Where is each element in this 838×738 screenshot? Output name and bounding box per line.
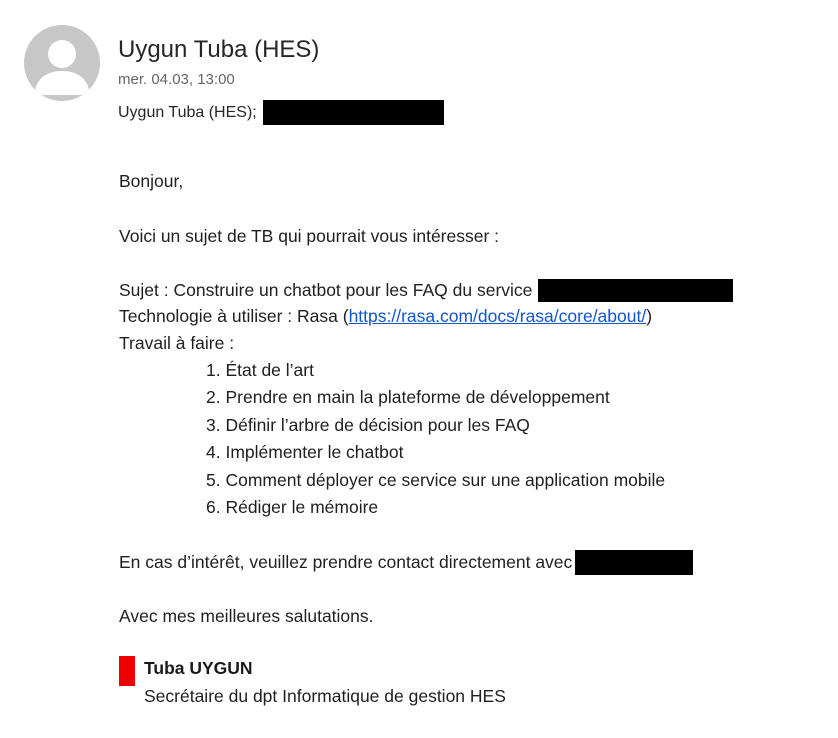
recipient-self[interactable]: Uygun Tuba (HES); <box>118 104 257 122</box>
closing-text: Avec mes meilleures salutations. <box>119 606 374 626</box>
contact-line: En cas d’intérêt, veuillez prendre conta… <box>119 549 694 575</box>
redacted-contact-name <box>575 549 694 575</box>
rasa-docs-link[interactable]: https://rasa.com/docs/rasa/core/about/ <box>349 306 647 326</box>
person-silhouette-icon <box>34 40 90 95</box>
redacted-recipient <box>262 100 444 125</box>
task-item: 5. Comment déployer ce service sur une a… <box>206 469 666 490</box>
task-item: 6. Rédiger le mémoire <box>206 497 379 518</box>
signature-name: Tuba UYGUN <box>144 658 253 678</box>
contact-text: En cas d’intérêt, veuillez prendre conta… <box>119 552 573 572</box>
subject-text: Sujet : Construire un chatbot pour les F… <box>119 280 533 300</box>
sender-avatar[interactable] <box>24 25 100 101</box>
technology-suffix: ) <box>646 306 653 326</box>
redacted-service-name <box>538 278 734 302</box>
recipients-line: Uygun Tuba (HES); <box>118 100 444 125</box>
task-item: 2. Prendre en main la plateforme de déve… <box>206 387 610 408</box>
intro-text: Voici un sujet de TB qui pourrait vous i… <box>119 226 500 246</box>
subject-line: Sujet : Construire un chatbot pour les F… <box>119 277 734 303</box>
sender-name: Uygun Tuba (HES) <box>118 36 320 63</box>
technology-line: Technologie à utiliser : Rasa (https://r… <box>119 303 652 329</box>
sent-date: mer. 04.03, 13:00 <box>118 71 235 88</box>
task-item: 3. Définir l’arbre de décision pour les … <box>206 414 530 435</box>
task-item: 4. Implémenter le chatbot <box>206 442 404 463</box>
signature-accent-bar <box>119 656 135 686</box>
greeting-text: Bonjour, <box>119 171 184 191</box>
task-list: 1. État de l’art 2. Prendre en main la p… <box>206 357 665 521</box>
technology-prefix: Technologie à utiliser : Rasa ( <box>119 306 349 326</box>
signature-title: Secrétaire du dpt Informatique de gestio… <box>144 686 506 706</box>
task-item: 1. État de l’art <box>206 360 314 380</box>
work-label: Travail à faire : <box>119 333 235 353</box>
